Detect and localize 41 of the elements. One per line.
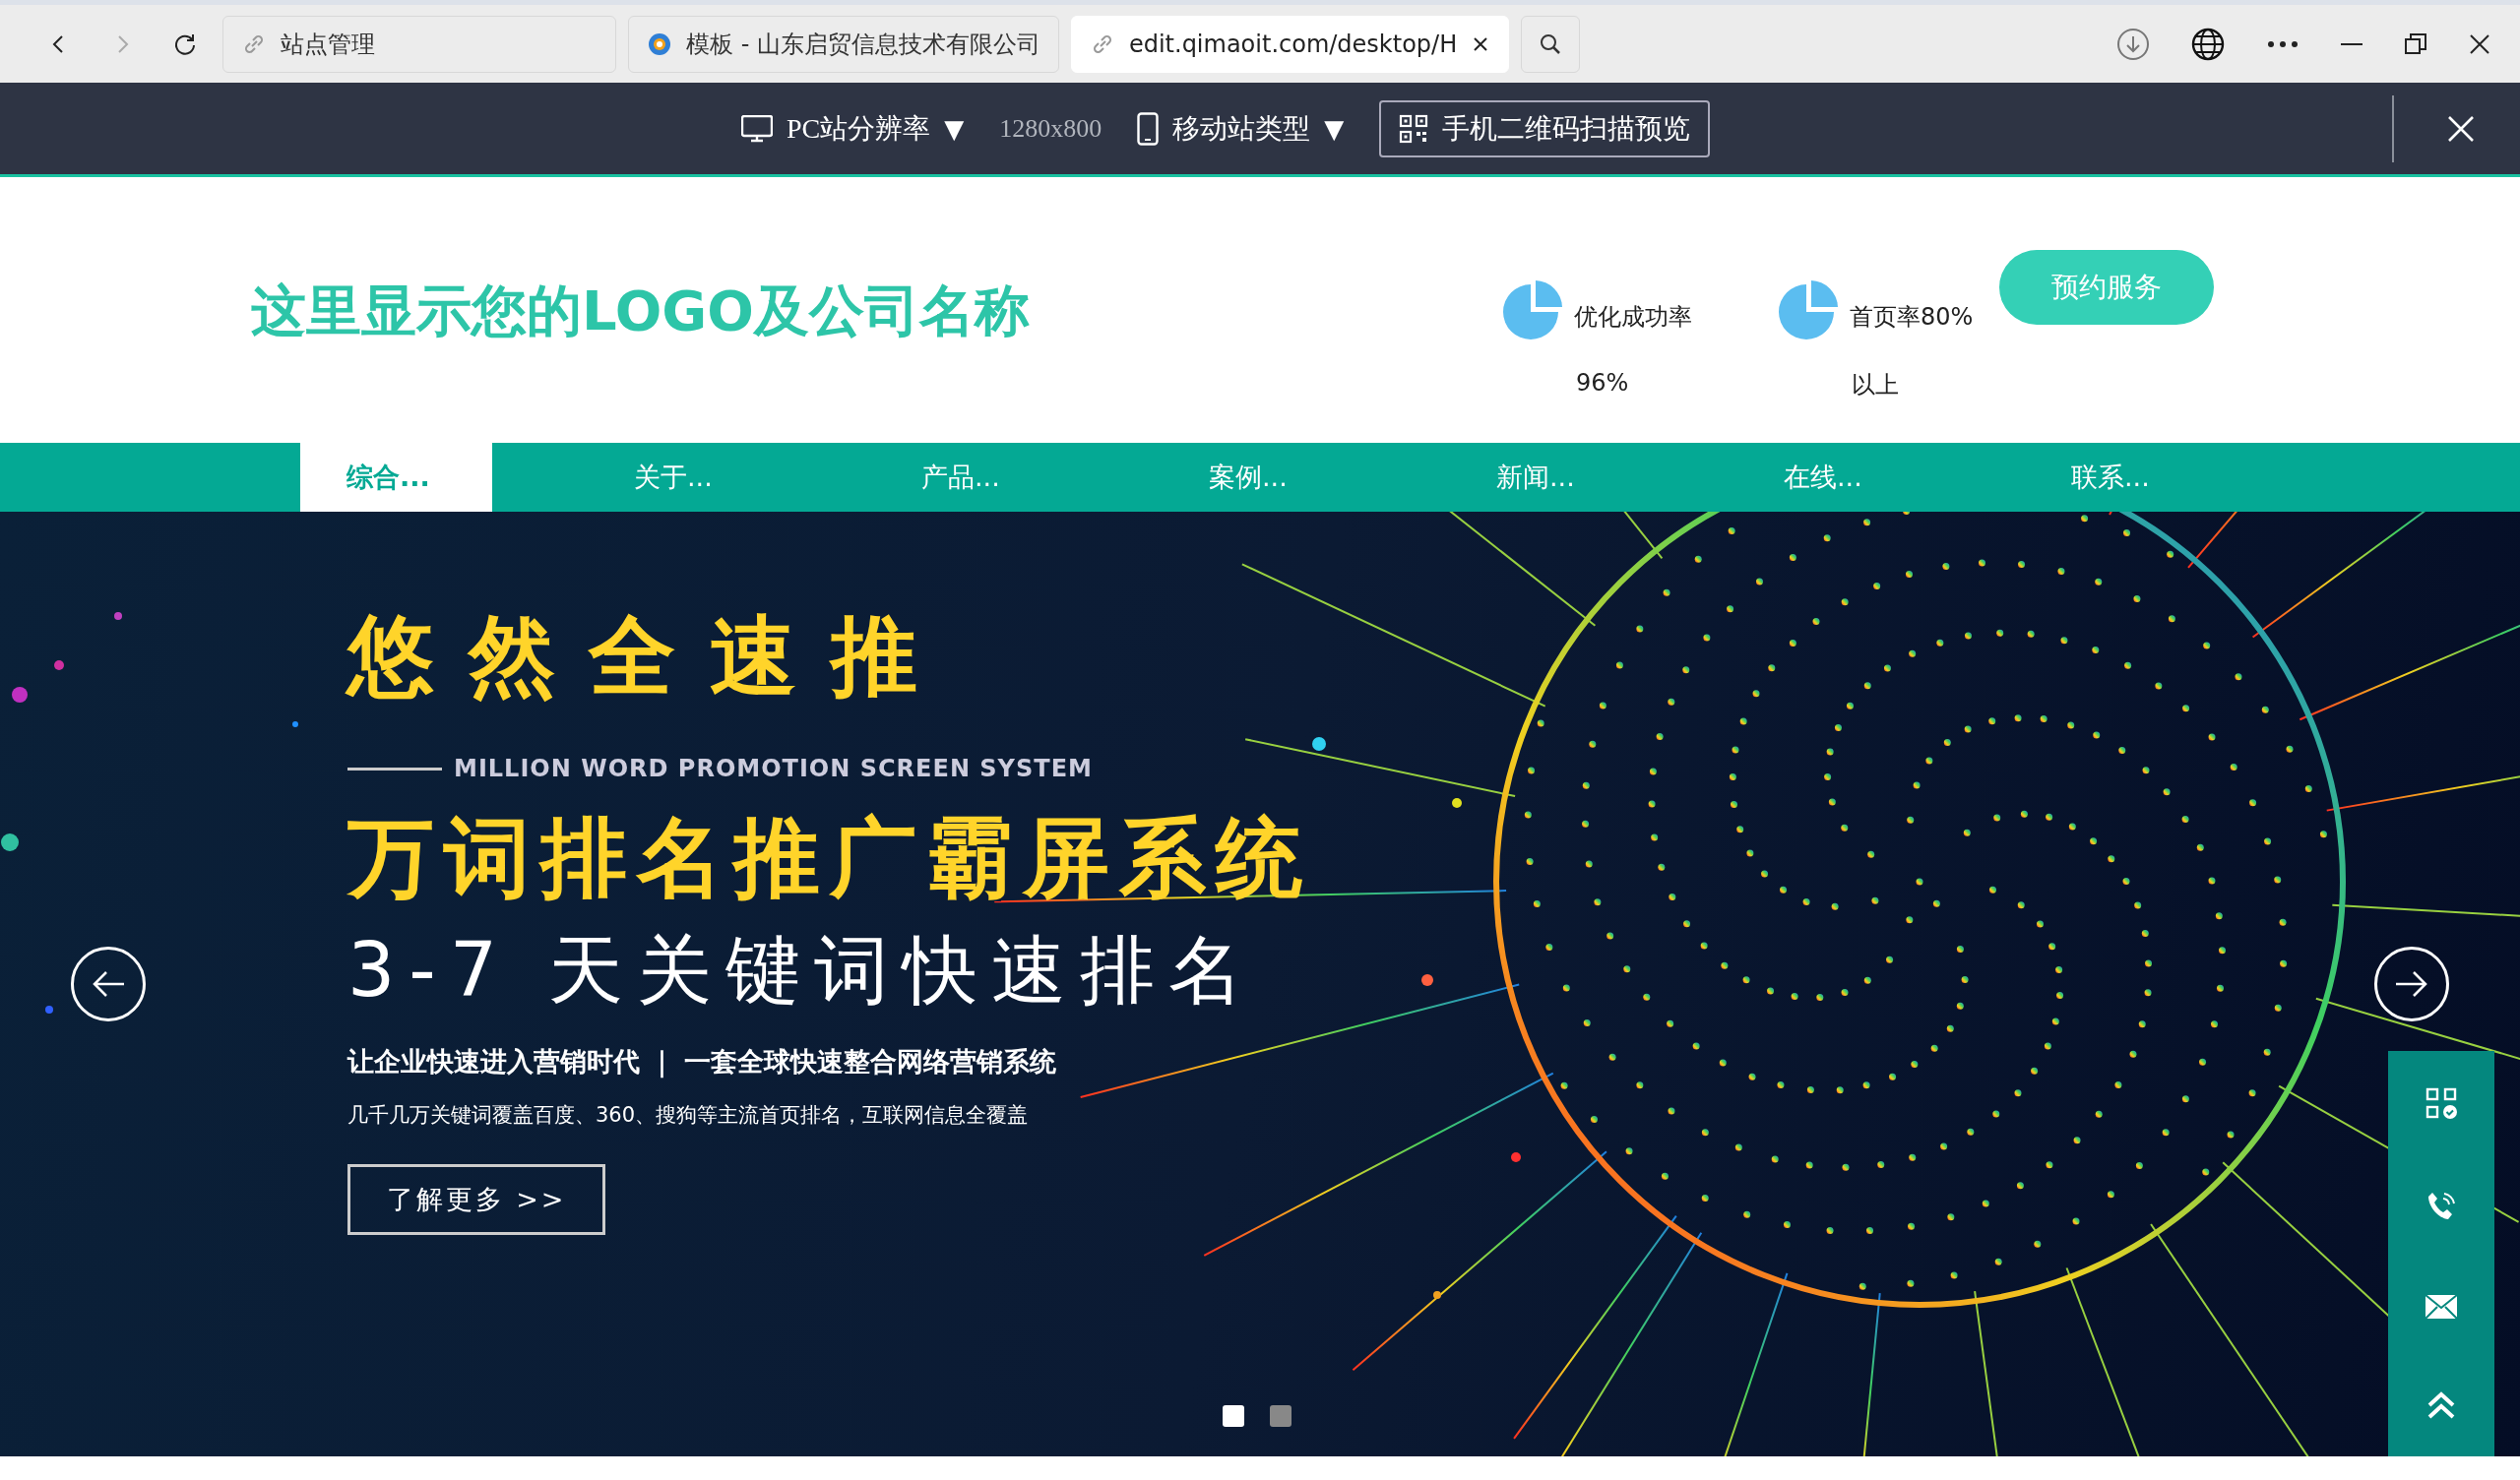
more-icon[interactable]	[2266, 38, 2300, 49]
qr-preview-button[interactable]: 手机二维码扫描预览	[1379, 99, 1711, 157]
mail-icon[interactable]	[2426, 1294, 2457, 1319]
globe-icon[interactable]	[2191, 27, 2225, 61]
company-logo-text: 这里显示您的LOGO及公司名称	[251, 278, 1031, 344]
dropdown-arrow[interactable]: ▼	[1324, 113, 1345, 144]
dropdown-arrow[interactable]: ▼	[944, 113, 965, 144]
qr-code-icon[interactable]	[2426, 1086, 2457, 1119]
search-button[interactable]	[1521, 15, 1581, 73]
pc-resolution-dropdown[interactable]: PC站分辨率	[786, 109, 931, 148]
close-icon[interactable]	[2469, 32, 2490, 55]
monitor-icon	[740, 114, 773, 143]
browser-tab[interactable]: edit.qimaoit.com/desktop/H	[1070, 15, 1510, 73]
site-logo-icon	[647, 31, 672, 57]
stat-value: 96%	[1576, 369, 1630, 397]
browser-tab[interactable]: 站点管理	[222, 15, 616, 73]
learn-more-button[interactable]: 了解更多 >>	[347, 1164, 605, 1235]
banner-subheadline: 3-7 天关键词快速排名	[347, 925, 1258, 1016]
stat-value: 以上	[1852, 370, 1900, 401]
scroll-to-top-icon[interactable]	[2426, 1390, 2456, 1421]
resolution-value: 1280x800	[999, 113, 1102, 144]
previous-slide-button[interactable]	[71, 947, 146, 1021]
tab-title: edit.qimaoit.com/desktop/H	[1128, 30, 1458, 58]
phone-icon	[1137, 111, 1160, 146]
mobile-type-dropdown[interactable]: 移动站类型	[1172, 109, 1311, 148]
banner-description: 几千几万关键词覆盖百度、360、搜狗等主流首页排名，互联网信息全覆盖	[347, 1102, 1029, 1129]
left-arrow-icon	[91, 969, 126, 999]
banner-headline: 万词排名推广霸屏系统	[347, 806, 1312, 910]
browser-tab[interactable]: 模板 - 山东启贸信息技术有限公司	[628, 15, 1059, 73]
stat-label: 优化成功率	[1574, 302, 1692, 333]
minimize-icon[interactable]	[2341, 41, 2362, 46]
restore-icon[interactable]	[2404, 31, 2427, 56]
tab-title: 模板 - 山东启贸信息技术有限公司	[686, 29, 1040, 60]
tab-title: 站点管理	[281, 29, 376, 60]
download-icon[interactable]	[2116, 27, 2150, 61]
banner-tagline: 让企业快速进入营销时代 ｜ 一套全球快速整合网络营销系统	[347, 1045, 1056, 1079]
stat-label: 首页率80%	[1850, 302, 1974, 333]
next-slide-button[interactable]	[2374, 947, 2449, 1021]
right-arrow-icon	[2394, 969, 2429, 999]
banner-subtitle: MILLION WORD PROMOTION SCREEN SYSTEM	[454, 755, 1093, 782]
qr-code-icon	[1399, 113, 1429, 144]
